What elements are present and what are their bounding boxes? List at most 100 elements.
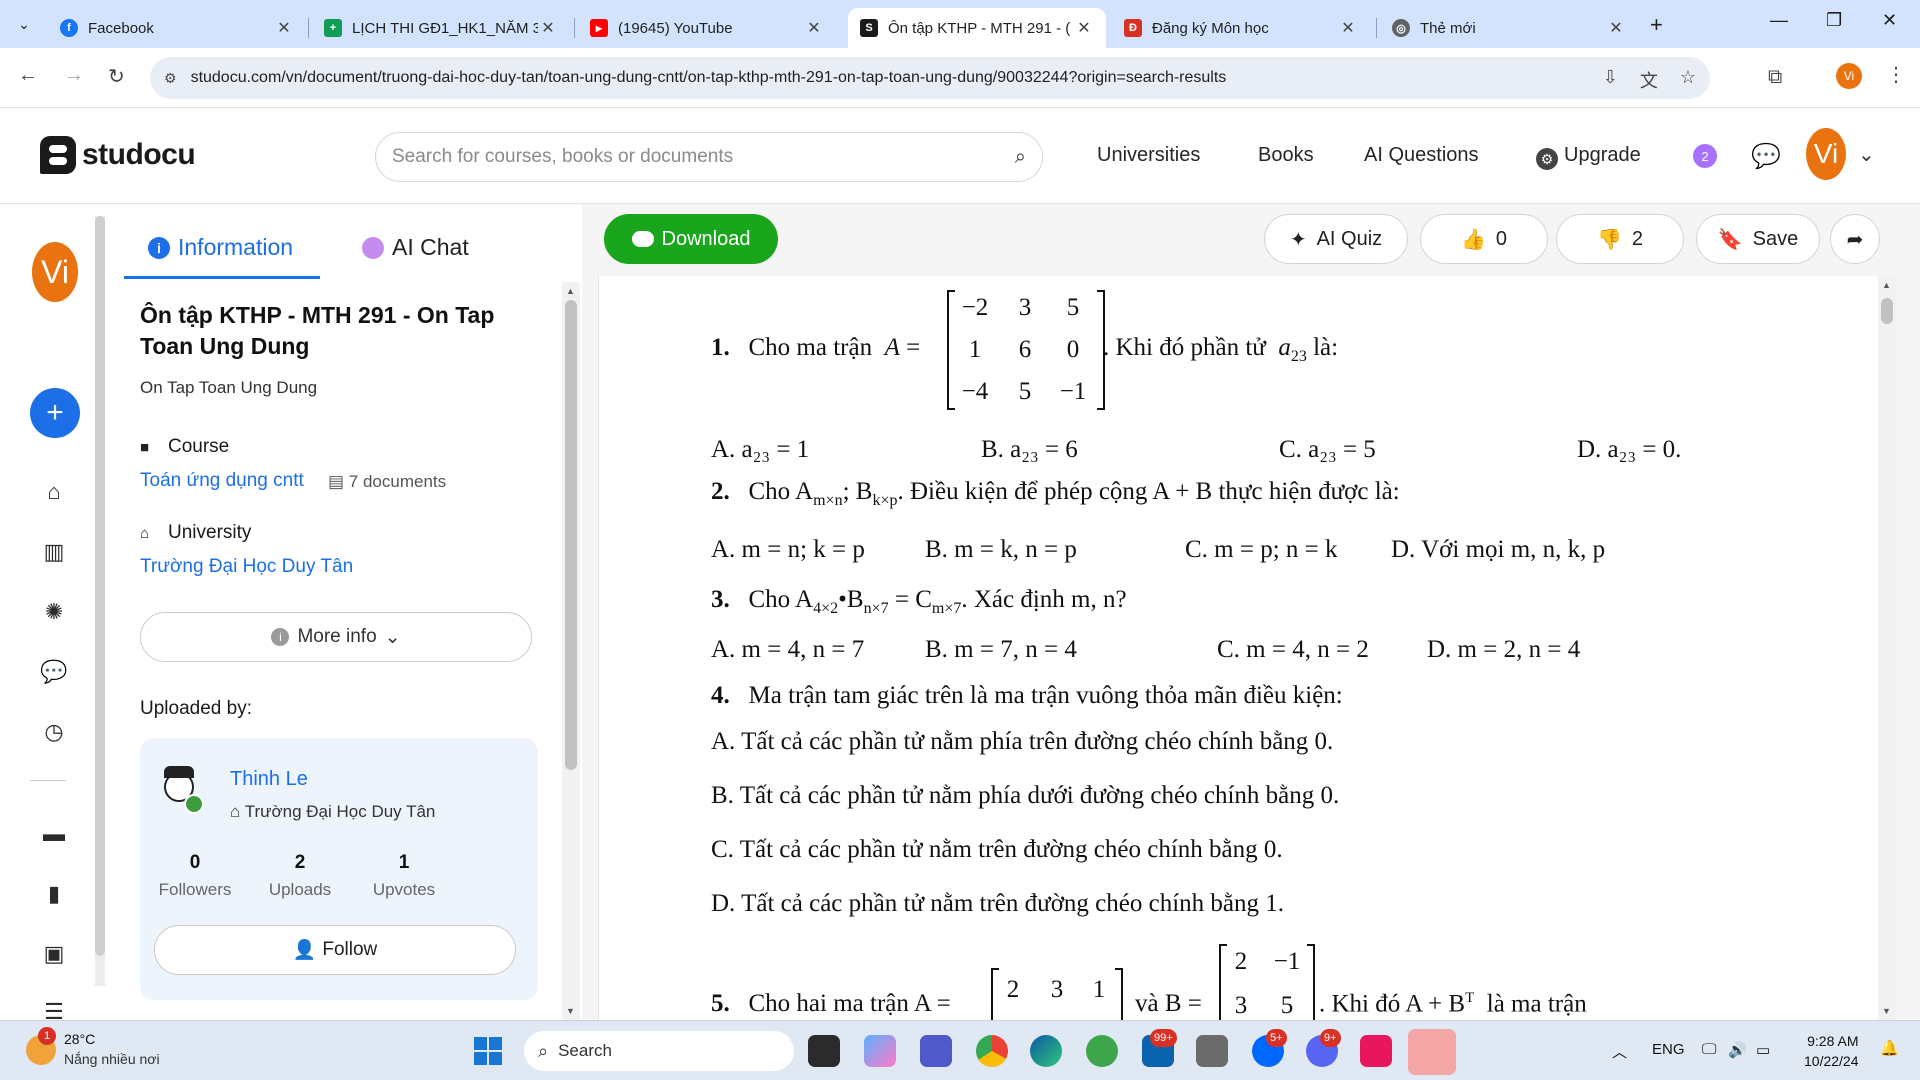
taskbar-search[interactable]: ⌕ Search (524, 1031, 794, 1071)
close-icon[interactable]: ✕ (1606, 18, 1626, 38)
home-icon[interactable]: ⌂ (40, 478, 68, 506)
scroll-thumb[interactable] (95, 216, 105, 956)
question-2: 2. Cho Am×n; Bk×p. Điều kiện để phép cộn… (711, 478, 1400, 510)
install-app-icon[interactable]: ⇩ (1603, 67, 1618, 93)
book-icon[interactable]: ▮ (40, 880, 68, 908)
like-button[interactable]: 👍 0 (1420, 214, 1548, 264)
q3-option-c: C. m = 4, n = 2 (1217, 636, 1369, 663)
dislike-button[interactable]: 👎 2 (1556, 214, 1684, 264)
chevron-down-icon[interactable]: ⌄ (1858, 142, 1875, 167)
tab-studocu-active[interactable]: S Ôn tập KTHP - MTH 291 - ( ✕ (848, 8, 1106, 48)
copilot-icon[interactable] (864, 1035, 896, 1067)
window-close-icon[interactable]: ✕ (1882, 10, 1897, 31)
game-controller-icon[interactable] (1196, 1035, 1228, 1067)
document-scrollbar[interactable]: ▲ ▼ (1878, 276, 1896, 1020)
tray-chevron-up-icon[interactable]: ︿ (1612, 1041, 1627, 1062)
books-stack-icon[interactable]: ▣ (40, 940, 68, 968)
edge-icon[interactable] (1030, 1035, 1062, 1067)
translate-icon[interactable]: 文 (1640, 67, 1658, 93)
close-icon[interactable]: ✕ (1338, 18, 1358, 38)
share-button[interactable]: ➦ (1830, 214, 1880, 264)
nav-books[interactable]: Books (1258, 144, 1314, 167)
extensions-puzzle-icon[interactable]: ⧉ (1768, 66, 1782, 89)
q2-option-d: D. Với mọi m, n, k, p (1391, 536, 1606, 563)
site-settings-icon[interactable]: ⚙ (164, 70, 177, 87)
more-info-button[interactable]: i More info ⌄ (140, 612, 532, 662)
ai-quiz-button[interactable]: ✦ AI Quiz (1264, 214, 1408, 264)
uploader-avatar[interactable] (158, 764, 204, 814)
course-link[interactable]: Toán ứng dụng cntt (140, 470, 304, 492)
chrome-icon[interactable] (976, 1035, 1008, 1067)
volume-icon[interactable]: 🔊 (1728, 1041, 1747, 1059)
reload-icon[interactable]: ↻ (108, 64, 125, 89)
tab-sheets[interactable]: + LỊCH THI GĐ1_HK1_NĂM 3 ✕ (312, 8, 570, 48)
chrome-menu-icon[interactable]: ⋮ (1886, 62, 1906, 87)
minimize-icon[interactable]: — (1770, 10, 1788, 31)
follow-button[interactable]: 👤 Follow (154, 925, 516, 975)
new-tab-plus-icon[interactable]: + (1650, 12, 1663, 38)
history-icon[interactable]: ◷ (40, 718, 68, 746)
library-icon[interactable]: ▥ (40, 538, 68, 566)
scroll-down-icon[interactable]: ▼ (1882, 1006, 1891, 1016)
back-arrow-icon[interactable]: ← (18, 64, 38, 87)
search-icon[interactable]: ⌕ (1015, 146, 1026, 169)
url-omnibox[interactable]: ⚙ studocu.com/vn/document/truong-dai-hoc… (150, 57, 1710, 99)
mail-badge: 99+ (1150, 1029, 1177, 1047)
tab-search-chevron-icon[interactable]: ⌄ (10, 10, 38, 38)
university-link[interactable]: Trường Đại Học Duy Tân (140, 556, 353, 578)
download-button[interactable]: Download (604, 214, 778, 264)
weather-temp[interactable]: 28°C (64, 1031, 95, 1047)
studocu-logo[interactable]: studocu (40, 136, 196, 174)
input-language[interactable]: ENG (1652, 1041, 1685, 1058)
green-app-icon[interactable] (1086, 1035, 1118, 1067)
uploader-name[interactable]: Thinh Le (230, 768, 308, 791)
display-icon[interactable]: 🖵 (1702, 1041, 1716, 1058)
scroll-thumb[interactable] (565, 300, 577, 770)
nav-ai-questions[interactable]: AI Questions (1364, 144, 1479, 167)
folder-icon[interactable]: ▬ (40, 820, 68, 848)
restore-icon[interactable]: ❐ (1826, 10, 1842, 31)
forward-arrow-icon[interactable]: → (64, 64, 84, 87)
question-text: . Khi đó A + B (1319, 990, 1466, 1018)
search-input[interactable]: Search for courses, books or documents ⌕ (375, 132, 1043, 182)
user-avatar[interactable]: Vi (1806, 128, 1846, 180)
stat-uploads: 2 Uploads (245, 852, 355, 900)
teams-icon[interactable] (920, 1035, 952, 1067)
rail-scrollbar[interactable] (95, 216, 105, 986)
nav-upgrade[interactable]: ⚙ Upgrade (1536, 144, 1641, 170)
scroll-thumb[interactable] (1881, 298, 1893, 324)
chat-icon[interactable]: 💬 (40, 658, 68, 686)
rail-avatar[interactable]: Vi (32, 242, 78, 302)
battery-icon[interactable]: ▭ (1756, 1041, 1770, 1059)
windows-start-icon[interactable] (474, 1037, 502, 1065)
close-icon[interactable]: ✕ (804, 18, 824, 38)
tab-new[interactable]: ◎ Thẻ mới ✕ (1380, 8, 1638, 48)
tab-facebook[interactable]: f Facebook ✕ (48, 8, 306, 48)
weather-desc[interactable]: Nắng nhiều nơi (64, 1051, 160, 1067)
nav-universities[interactable]: Universities (1097, 144, 1200, 167)
notification-badge[interactable]: 2 (1693, 144, 1717, 168)
document-subtitle: On Tap Toan Ung Dung (140, 378, 318, 397)
save-button[interactable]: 🔖 Save (1696, 214, 1820, 264)
messages-icon[interactable]: 💬 (1751, 142, 1781, 171)
notification-bell-icon[interactable]: 🔔 (1880, 1039, 1899, 1057)
robot-app-icon[interactable] (1360, 1035, 1392, 1067)
panel-scrollbar[interactable]: ▲ ▼ (562, 282, 580, 1020)
tab-dang-ky[interactable]: Đ Đăng ký Môn học ✕ (1112, 8, 1370, 48)
close-icon[interactable]: ✕ (538, 18, 558, 38)
system-clock[interactable]: 9:28 AM 10/22/24 (1804, 1031, 1859, 1071)
brain-icon[interactable]: ✺ (40, 598, 68, 626)
close-icon[interactable]: ✕ (1074, 18, 1094, 38)
pink-app-icon[interactable] (1408, 1029, 1456, 1075)
tab-ai-chat[interactable]: AI Chat (362, 234, 469, 261)
scroll-up-icon[interactable]: ▲ (566, 286, 575, 296)
tab-information[interactable]: i Information (148, 234, 293, 261)
chrome-profile-avatar[interactable]: Vi (1836, 63, 1862, 89)
close-icon[interactable]: ✕ (274, 18, 294, 38)
tab-youtube[interactable]: ▶ (19645) YouTube ✕ (578, 8, 836, 48)
scroll-down-icon[interactable]: ▼ (566, 1006, 575, 1016)
task-view-icon[interactable] (808, 1035, 840, 1067)
scroll-up-icon[interactable]: ▲ (1882, 280, 1891, 290)
create-plus-button[interactable]: + (30, 388, 80, 438)
bookmark-star-icon[interactable]: ☆ (1680, 67, 1696, 93)
